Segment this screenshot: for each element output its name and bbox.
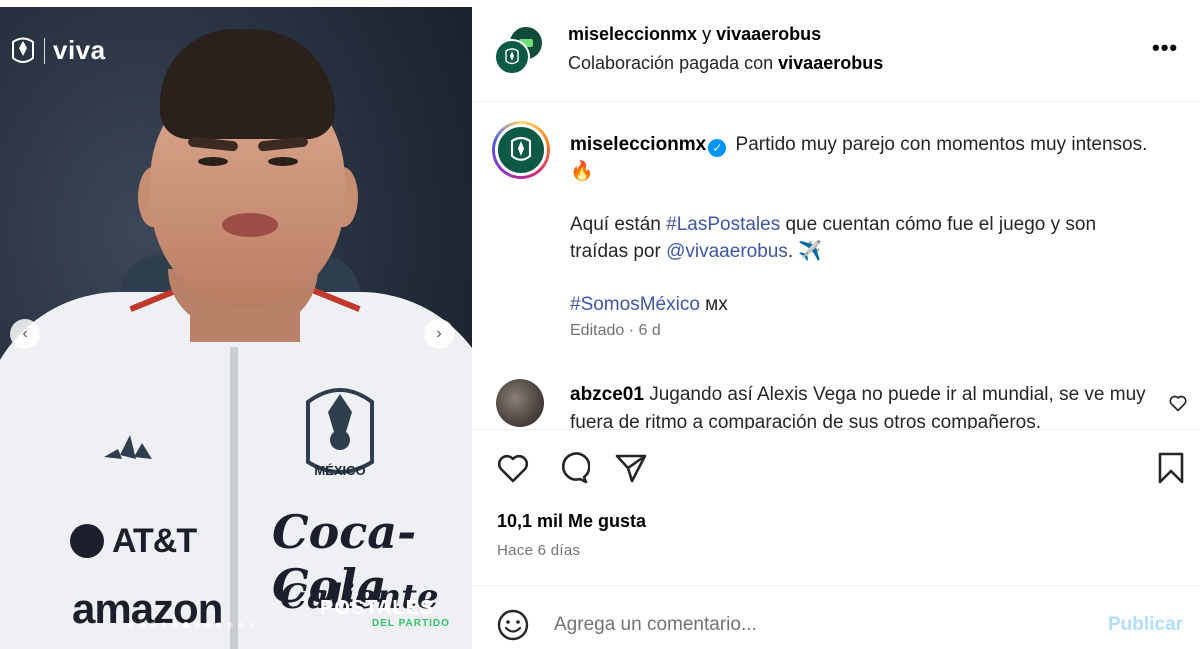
hashtag-link[interactable]: #LasPostales — [666, 214, 780, 235]
carousel-dot — [172, 622, 178, 628]
crest-label: MÉXICO — [314, 463, 366, 478]
carousel-dot — [205, 622, 211, 628]
carousel-dot — [150, 622, 156, 628]
chevron-left-icon: ‹ — [22, 325, 28, 342]
airplane-emoji: ✈️ — [798, 241, 823, 262]
caption-text: miseleccionmx ✓ Partido muy parejo con mo… — [570, 134, 1148, 315]
hashtag-link[interactable]: #SomosMéxico — [570, 294, 700, 315]
add-comment-input[interactable] — [554, 608, 1074, 642]
username-link[interactable]: miseleccionmx — [568, 24, 697, 44]
chevron-right-icon: › — [436, 325, 442, 342]
username-link[interactable]: vivaaerobus — [716, 24, 821, 44]
collab-usernames: miseleccionmx y vivaaerobus — [568, 24, 822, 44]
bookmark-icon[interactable] — [1154, 451, 1188, 485]
add-comment-bar: Publicar — [472, 585, 1200, 649]
brand-watermark: viva — [10, 35, 106, 66]
viva-logo: viva — [53, 35, 106, 65]
post-media: MÉXICO AT&T amazon Coca-Cola Caliente vi… — [0, 7, 472, 649]
verified-badge-icon: ✓ — [708, 139, 727, 157]
like-count[interactable]: 10,1 mil Me gusta — [497, 511, 646, 532]
comment-like-heart-icon[interactable] — [1168, 393, 1188, 413]
comment-icon[interactable] — [556, 451, 590, 485]
post-time: Hace 6 días — [497, 542, 581, 559]
fire-emoji: 🔥 — [570, 161, 594, 182]
like-heart-icon[interactable] — [496, 451, 530, 485]
carousel-dot — [227, 622, 233, 628]
carousel-dot — [194, 622, 200, 628]
postales-subtitle: DEL PARTIDO — [372, 618, 450, 629]
seleccion-crest-icon — [505, 48, 519, 65]
share-icon[interactable] — [614, 451, 648, 485]
sponsor-att: AT&T — [70, 522, 197, 561]
carousel-dot — [216, 622, 222, 628]
emoji-picker-icon[interactable] — [496, 608, 530, 642]
comment-avatar[interactable] — [496, 379, 544, 427]
seleccion-crest-icon — [510, 136, 532, 161]
carousel-dots — [128, 622, 255, 628]
caption-username[interactable]: miseleccionmx — [570, 134, 706, 155]
comment-username[interactable]: abzce01 — [570, 384, 644, 405]
carousel-dot — [183, 622, 189, 628]
post-image: MÉXICO AT&T amazon Coca-Cola Caliente vi… — [0, 7, 472, 649]
carousel-dot — [128, 622, 134, 628]
flag-emoji: мх — [705, 294, 728, 315]
seleccion-crest-icon — [12, 37, 34, 63]
post-side-panel: miseleccionmx y vivaaerobus Colaboración… — [472, 7, 1200, 649]
carousel-prev-button[interactable]: ‹ — [10, 319, 40, 349]
post-header: miseleccionmx y vivaaerobus Colaboración… — [472, 7, 1200, 102]
caption-scroll-area[interactable]: miseleccionmx ✓ Partido muy parejo con mo… — [472, 103, 1200, 429]
avatar-miseleccionmx[interactable] — [494, 39, 530, 75]
comment-text: abzce01 Jugando así Alexis Vega no puede… — [570, 384, 1146, 429]
carousel-dot — [249, 622, 255, 628]
more-horizontal-icon: ••• — [1152, 35, 1179, 60]
partner-link[interactable]: vivaaerobus — [778, 53, 883, 73]
collab-avatars[interactable] — [494, 25, 544, 75]
mention-link[interactable]: @vivaaerobus — [666, 241, 788, 262]
postales-title: POSTALES — [320, 597, 435, 619]
carousel-dot — [161, 622, 167, 628]
publish-button[interactable]: Publicar — [1108, 614, 1183, 636]
carousel-dot — [238, 622, 244, 628]
adidas-logo-icon — [104, 435, 152, 459]
paid-partnership-label: Colaboración pagada con vivaaerobus — [568, 53, 884, 73]
caption-avatar[interactable] — [492, 121, 550, 179]
carousel-dot — [139, 622, 145, 628]
more-options-button[interactable]: ••• — [1152, 35, 1178, 61]
carousel-next-button[interactable]: › — [424, 319, 454, 349]
edited-timestamp: Editado · 6 d — [570, 322, 661, 339]
